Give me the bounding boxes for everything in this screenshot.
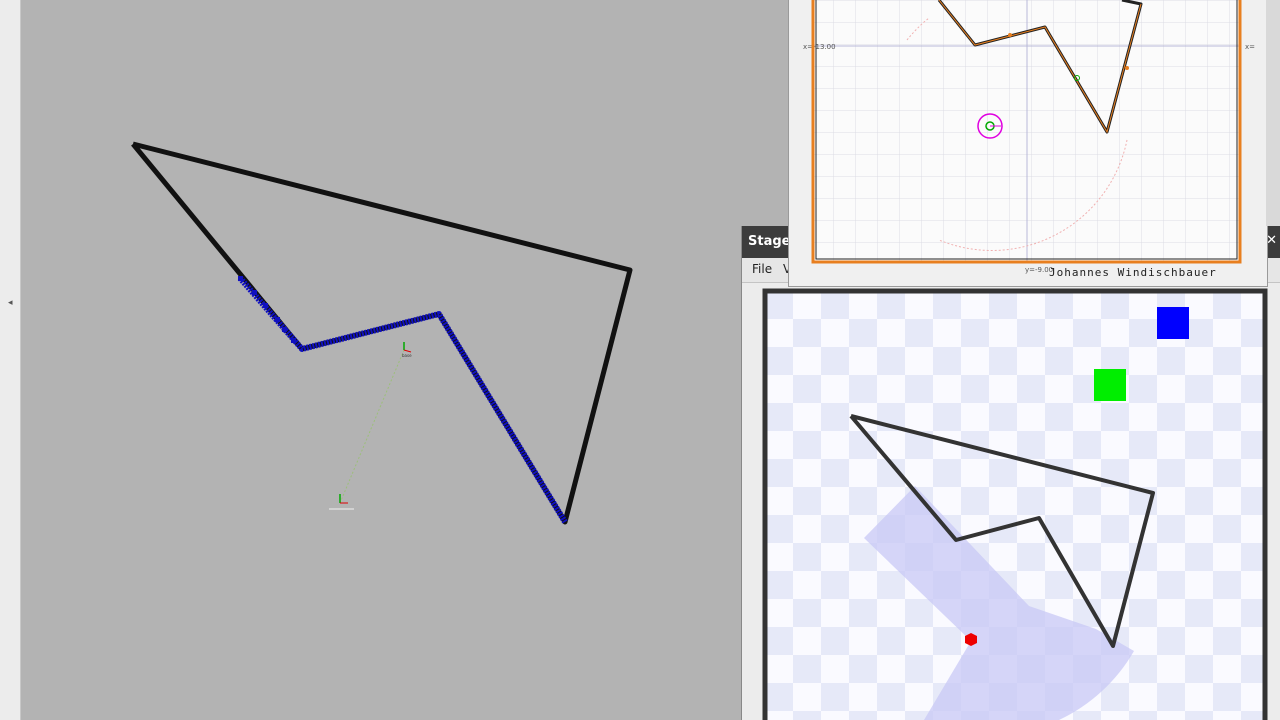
tf-frame-robot: base bbox=[402, 342, 412, 358]
menu-file[interactable]: File bbox=[752, 262, 772, 276]
rviz-3d-view[interactable]: base bbox=[20, 0, 742, 720]
laser-scan-points bbox=[237, 276, 568, 524]
right-edge-panel bbox=[1266, 0, 1280, 226]
stage-canvas[interactable] bbox=[744, 286, 1279, 720]
collapse-arrow-icon[interactable]: ◂ bbox=[8, 298, 13, 308]
map-wall-outline bbox=[131, 141, 633, 525]
target-blue bbox=[1157, 307, 1189, 339]
axis-label-x-neg: x=-13.00 bbox=[803, 43, 836, 51]
waypoint-marker-orange bbox=[1125, 66, 1129, 70]
turtle-canvas[interactable]: x=-13.00 x= y=-9.00 bbox=[789, 0, 1267, 286]
stage-window[interactable]: Stage ✕ File V bbox=[741, 226, 1280, 720]
target-green bbox=[1094, 369, 1126, 401]
svg-text:base: base bbox=[402, 353, 412, 358]
tf-link-line bbox=[339, 349, 405, 504]
author-label: Johannes Windischbauer bbox=[1049, 266, 1217, 279]
stage-title: Stage bbox=[748, 234, 791, 249]
waypoint-marker-orange bbox=[1008, 33, 1012, 37]
axis-label-x-pos: x= bbox=[1245, 43, 1255, 51]
left-panel-collapse-strip[interactable]: ◂ bbox=[0, 0, 21, 720]
turtle-window[interactable]: x=-13.00 x= y=-9.00 Johannes Windischbau… bbox=[788, 0, 1268, 287]
tf-frame-odom bbox=[329, 494, 354, 510]
